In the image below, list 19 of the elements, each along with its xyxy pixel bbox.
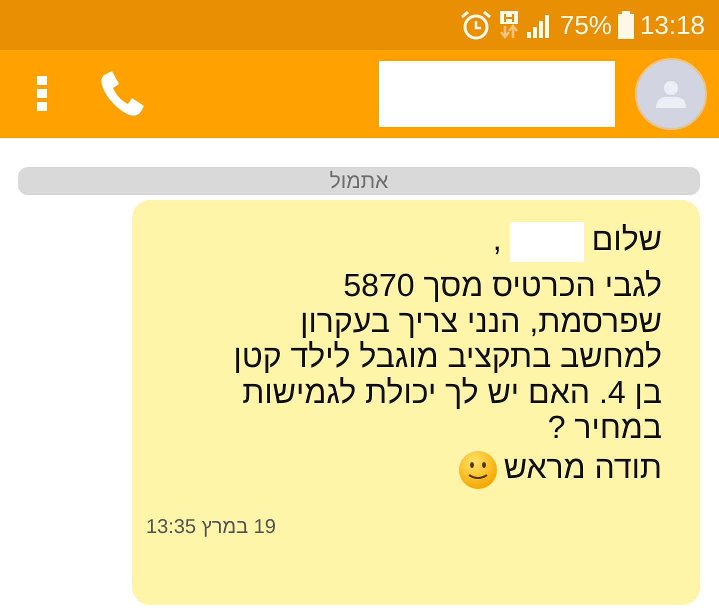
message-text: למחשב בתקציב מוגבל לילד קטן xyxy=(234,339,662,374)
message-text: תודה מראש xyxy=(504,450,662,485)
smiley-icon xyxy=(458,450,498,490)
alarm-icon xyxy=(460,10,492,40)
menu-button[interactable] xyxy=(36,75,48,113)
battery-icon xyxy=(618,11,634,39)
message-text: בן 4. האם יש לך יכולת לגמישות xyxy=(242,374,662,410)
message-text: שפרסמת, הנני צריך בעקרון xyxy=(300,304,662,339)
data-transfer-icon xyxy=(498,10,520,40)
message-text: לגבי הכרטיס מסך 5870 xyxy=(343,268,662,304)
person-icon xyxy=(655,80,687,108)
clock-time: 13:18 xyxy=(640,12,705,38)
menu-icon xyxy=(36,75,48,113)
message-text: במחיר ? xyxy=(548,410,662,446)
message-text: , xyxy=(492,222,502,258)
message-text: שלום xyxy=(592,222,662,258)
battery-percent: 75% xyxy=(560,12,612,38)
date-label: אתמול xyxy=(330,170,388,192)
message-timestamp: 19 במרץ 13:35 xyxy=(146,516,276,538)
